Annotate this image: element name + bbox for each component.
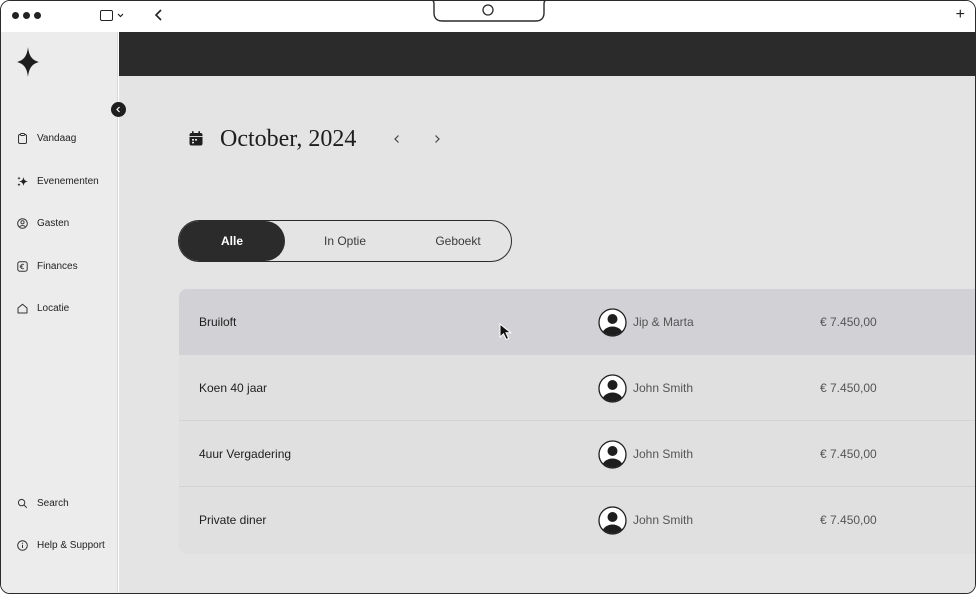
event-name: 4uur Vergadering (199, 447, 292, 461)
event-name: Private diner (199, 513, 267, 527)
top-bar (119, 32, 975, 76)
new-tab-button[interactable]: + (956, 7, 965, 23)
camera-notch (431, 1, 547, 22)
logo-icon[interactable] (17, 47, 39, 77)
event-name: Bruiloft (199, 315, 237, 329)
tab-overview-button[interactable] (100, 10, 124, 21)
sidebar: Vandaag Evenementen Gasten Finances Loca… (1, 32, 118, 593)
window-dot[interactable] (23, 12, 30, 19)
chevron-left-icon (116, 106, 120, 113)
main-content: October, 2024 Alle In Optie Geboekt Brui… (119, 32, 975, 593)
sidebar-item-help[interactable]: Help & Support (17, 540, 105, 551)
euro-icon (17, 261, 28, 272)
table-row[interactable]: Private diner John Smith € 7.450,00 (179, 487, 975, 553)
events-table: Bruiloft Jip & Marta € 7.450,00 Koen 40 … (179, 289, 975, 554)
guest-name: John Smith (633, 447, 694, 461)
filter-tab-geboekt[interactable]: Geboekt (405, 221, 511, 261)
guest-name: Jip & Marta (633, 315, 694, 329)
chevron-down-icon (117, 13, 124, 18)
tabs-icon (100, 10, 113, 21)
filter-tab-in-optie[interactable]: In Optie (285, 221, 405, 261)
avatar-icon (598, 505, 627, 535)
sidebar-item-label: Search (37, 498, 69, 509)
sidebar-item-label: Evenementen (37, 176, 99, 187)
next-month-icon[interactable] (432, 133, 442, 145)
window-dot[interactable] (12, 12, 19, 19)
sidebar-item-vandaag[interactable]: Vandaag (17, 133, 76, 144)
window-dot[interactable] (34, 12, 41, 19)
table-row[interactable]: Koen 40 jaar John Smith € 7.450,00 (179, 355, 975, 421)
user-circle-icon (17, 218, 28, 229)
sidebar-item-label: Gasten (37, 218, 70, 229)
event-price: € 7.450,00 (820, 315, 877, 329)
avatar-icon (598, 307, 627, 337)
filter-tab-alle[interactable]: Alle (179, 221, 285, 261)
title-bar: + (1, 1, 975, 32)
event-price: € 7.450,00 (820, 447, 877, 461)
sidebar-item-label: Vandaag (37, 133, 77, 144)
event-price: € 7.450,00 (820, 381, 877, 395)
sidebar-item-label: Locatie (37, 303, 70, 314)
back-icon[interactable] (153, 8, 165, 22)
event-price: € 7.450,00 (820, 513, 877, 527)
guest-name: John Smith (633, 513, 694, 527)
collapse-sidebar-button[interactable] (111, 102, 126, 117)
sidebar-item-label: Finances (37, 261, 78, 272)
guest-name: John Smith (633, 381, 694, 395)
event-guest: John Smith (598, 421, 693, 487)
sparkle-icon (17, 176, 28, 187)
page-title: October, 2024 (220, 126, 357, 152)
event-name: Koen 40 jaar (199, 381, 268, 395)
avatar-icon (598, 439, 627, 469)
home-icon (17, 303, 28, 314)
info-icon (17, 540, 28, 551)
filter-segmented-control: Alle In Optie Geboekt (178, 220, 512, 262)
clipboard-icon (18, 133, 27, 144)
sidebar-item-gasten[interactable]: Gasten (17, 218, 69, 229)
sidebar-item-locatie[interactable]: Locatie (17, 303, 69, 314)
sidebar-item-evenementen[interactable]: Evenementen (17, 176, 99, 187)
table-row[interactable]: 4uur Vergadering John Smith € 7.450,00 (179, 421, 975, 487)
search-icon (17, 498, 28, 509)
sidebar-item-finances[interactable]: Finances (17, 261, 78, 272)
table-row[interactable]: Bruiloft Jip & Marta € 7.450,00 (179, 289, 975, 355)
event-guest: John Smith (598, 487, 693, 553)
avatar-icon (598, 373, 627, 403)
mouse-cursor-icon (499, 323, 513, 341)
sidebar-item-search[interactable]: Search (17, 498, 69, 509)
app-window: + Vandaag Evenementen Gasten Finances Lo… (0, 0, 976, 594)
prev-month-icon[interactable] (392, 133, 402, 145)
sidebar-item-label: Help & Support (37, 540, 105, 551)
window-controls[interactable] (12, 12, 41, 19)
event-guest: John Smith (598, 355, 693, 421)
event-guest: Jip & Marta (598, 289, 694, 355)
calendar-icon (189, 131, 203, 146)
